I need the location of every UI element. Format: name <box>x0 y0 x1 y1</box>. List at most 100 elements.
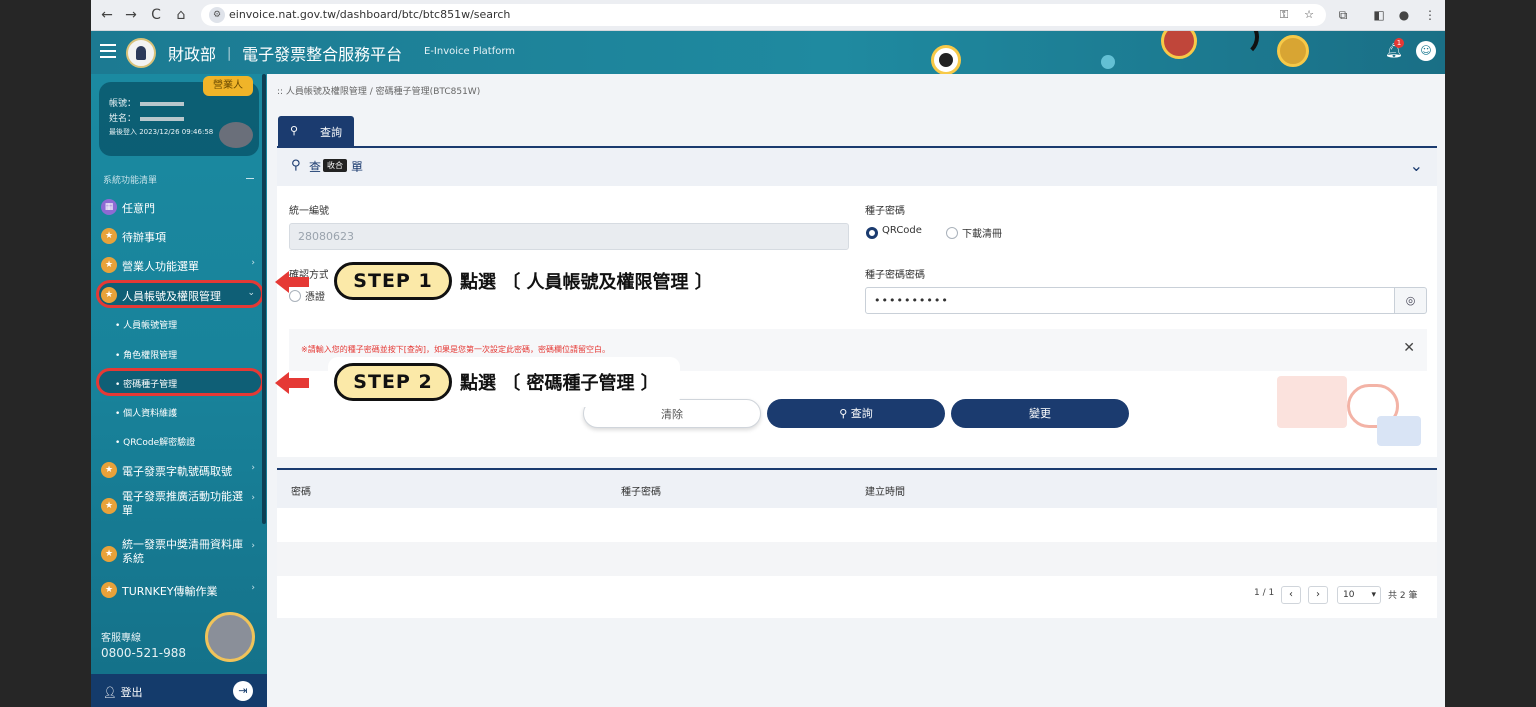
star-icon: ★ <box>101 462 117 478</box>
logout-label[interactable]: 👤︎ 登出 <box>103 684 142 700</box>
table-row[interactable] <box>277 508 1437 542</box>
sidebar-item-track-number[interactable]: ★ 電子發票字軌號碼取號 › <box>101 458 261 482</box>
sidebar-item-promotion[interactable]: ★ 電子發票推廣活動功能選單 › <box>101 488 261 524</box>
app-frame: ← → C ⌂ ⚙ einvoice.nat.gov.tw/dashboard/… <box>91 0 1445 707</box>
back-icon[interactable]: ← <box>97 5 117 25</box>
sidebar-item-winning-db[interactable]: ★ 統一發票中獎清冊資料庫系統 › <box>101 536 261 572</box>
query-button[interactable]: ⚲ 查詢 <box>767 399 945 428</box>
menu-toggle-icon[interactable] <box>100 44 116 58</box>
step2-text: 點選 〔 密碼種子管理 〕 <box>460 373 659 394</box>
table-header-row: 密碼 種子密碼 建立時間 <box>277 470 1437 508</box>
forward-icon[interactable]: → <box>121 5 141 25</box>
search-icon: ⚲ <box>291 158 301 173</box>
radio-download-label[interactable]: 下載清冊 <box>962 225 1002 240</box>
sidebar-subitem-qrcode[interactable]: • QRCode解密驗證 <box>115 435 195 448</box>
change-button[interactable]: 變更 <box>951 399 1129 428</box>
sidebar-item-label: TURNKEY傳輸作業 <box>122 585 218 598</box>
step2-callout: STEP 2 點選 〔 密碼種子管理 〕 <box>328 357 680 407</box>
sidebar-item-label: 待辦事項 <box>122 231 166 244</box>
sidebar-item-label: 任意門 <box>122 202 155 215</box>
sidebar-subitem-seed-password[interactable]: • 密碼種子管理 <box>115 377 177 390</box>
chevron-down-icon: ▾ <box>1371 590 1376 600</box>
reload-icon[interactable]: C <box>146 5 166 25</box>
chevron-right-icon: › <box>251 583 255 593</box>
prev-page-icon[interactable]: ‹ <box>1281 586 1301 604</box>
sidebar: 營業人 帳號： 姓名： 最後登入 2023/12/26 09:46:58 系統功… <box>91 74 267 707</box>
sidebar-item-turnkey[interactable]: ★ TURNKEY傳輸作業 › <box>101 578 261 602</box>
close-icon[interactable]: ✕ <box>1403 340 1415 356</box>
hotline-number: 0800-521-988 <box>101 646 187 660</box>
column-header: 密碼 <box>291 487 311 498</box>
star-icon: ★ <box>101 498 117 514</box>
site-info-icon[interactable]: ⚙ <box>209 7 225 23</box>
sidepanel-icon[interactable]: ◧ <box>1370 6 1388 24</box>
chevron-down-icon: ⌄ <box>247 288 255 298</box>
profile-icon[interactable]: ● <box>1395 6 1413 24</box>
tab-query[interactable]: ⚲ 查詢 <box>278 116 354 146</box>
star-icon: ★ <box>101 257 117 273</box>
sidebar-item-label: 人員帳號及權限管理 <box>122 290 221 303</box>
ministry-logo <box>126 38 156 68</box>
chevron-right-icon: › <box>251 463 255 473</box>
key-icon[interactable]: ⚿ <box>1276 7 1292 23</box>
star-icon: ★ <box>101 228 117 244</box>
notification-badge: 1 <box>1394 38 1404 48</box>
ubn-field: 28080623 <box>289 223 849 250</box>
eye-off-icon[interactable]: ◎ <box>1394 287 1427 314</box>
radio-qrcode[interactable] <box>866 227 878 239</box>
radio-qrcode-label[interactable]: QRCode <box>882 225 922 236</box>
step1-pill: STEP 1 <box>334 262 452 300</box>
decor-coin <box>1277 35 1309 67</box>
notification-bell-icon[interactable]: 🔔︎ 1 <box>1385 38 1404 59</box>
star-icon: ★ <box>101 546 117 562</box>
role-badge: 營業人 <box>203 76 253 96</box>
illustration-doc <box>1377 416 1421 446</box>
support-mascot-icon[interactable] <box>205 612 255 662</box>
extensions-icon[interactable]: ⧉ <box>1334 6 1352 24</box>
sidebar-subitem-profile[interactable]: • 個人資料維護 <box>115 406 177 419</box>
browser-toolbar: ← → C ⌂ ⚙ einvoice.nat.gov.tw/dashboard/… <box>91 0 1445 31</box>
grid-icon: ▦ <box>101 199 117 215</box>
sidebar-item-todo[interactable]: ★ 待辦事項 <box>101 224 261 248</box>
logout-bar[interactable]: 👤︎ 登出 ⇥ <box>91 674 267 707</box>
seed-password-field[interactable]: •••••••••• <box>865 287 1395 314</box>
illustration-chart <box>1277 376 1347 428</box>
logout-icon[interactable]: ⇥ <box>233 681 253 701</box>
next-page-icon[interactable]: › <box>1308 586 1328 604</box>
hotline: 客服專線 0800-521-988 <box>101 629 186 660</box>
profile-card: 營業人 帳號： 姓名： 最後登入 2023/12/26 09:46:58 <box>99 76 259 156</box>
bookmark-star-icon[interactable]: ☆ <box>1301 7 1317 23</box>
sidebar-subitem-role[interactable]: • 角色權限管理 <box>115 348 177 361</box>
more-menu-icon[interactable]: ⋮ <box>1421 6 1439 24</box>
url-text[interactable]: einvoice.nat.gov.tw/dashboard/btc/btc851… <box>229 8 510 21</box>
collapse-dash-icon[interactable] <box>246 178 254 179</box>
sidebar-item-label: 營業人功能選單 <box>122 260 199 273</box>
sidebar-scrollbar[interactable] <box>262 74 266 524</box>
page-info: 1 / 1 <box>1254 588 1275 598</box>
chevron-right-icon: › <box>251 493 255 503</box>
tab-query-label: 查詢 <box>320 126 342 139</box>
table-row[interactable] <box>277 542 1437 576</box>
sidebar-subitem-account[interactable]: • 人員帳號管理 <box>115 318 177 331</box>
breadcrumb: :: 人員帳號及權限管理 / 密碼種子管理(BTC851W) <box>277 87 481 97</box>
name-label: 姓名： <box>109 114 137 124</box>
sidebar-item-label: 電子發票字軌號碼取號 <box>122 465 232 478</box>
seed-password-label: 種子密碼密碼 <box>865 270 925 281</box>
panel-header[interactable]: ⚲ 查單 收合 ⌄ <box>277 148 1437 186</box>
radio-download[interactable] <box>946 227 958 239</box>
decor-wave <box>1219 31 1259 57</box>
step2-pill: STEP 2 <box>334 363 452 401</box>
page-size-select[interactable]: 10 ▾ <box>1337 586 1381 604</box>
sidebar-item-label: 統一發票中獎清冊資料庫系統 <box>122 538 243 565</box>
total-count: 共 2 筆 <box>1388 591 1418 601</box>
chevron-down-icon[interactable]: ⌄ <box>1410 156 1423 175</box>
search-icon: ⚲ <box>290 124 299 137</box>
sidebar-item-account-permission[interactable]: ★ 人員帳號及權限管理 ⌄ <box>101 283 261 307</box>
home-icon[interactable]: ⌂ <box>171 5 191 25</box>
sidebar-item-business-menu[interactable]: ★ 營業人功能選單 › <box>101 253 261 277</box>
sidebar-item-portal[interactable]: ▦ 任意門 <box>101 195 261 219</box>
decor-dot <box>1101 55 1115 69</box>
user-menu-icon[interactable]: ☺ <box>1416 41 1436 61</box>
decor-dot <box>939 53 953 67</box>
address-bar[interactable]: ⚙ einvoice.nat.gov.tw/dashboard/btc/btc8… <box>201 4 1326 26</box>
